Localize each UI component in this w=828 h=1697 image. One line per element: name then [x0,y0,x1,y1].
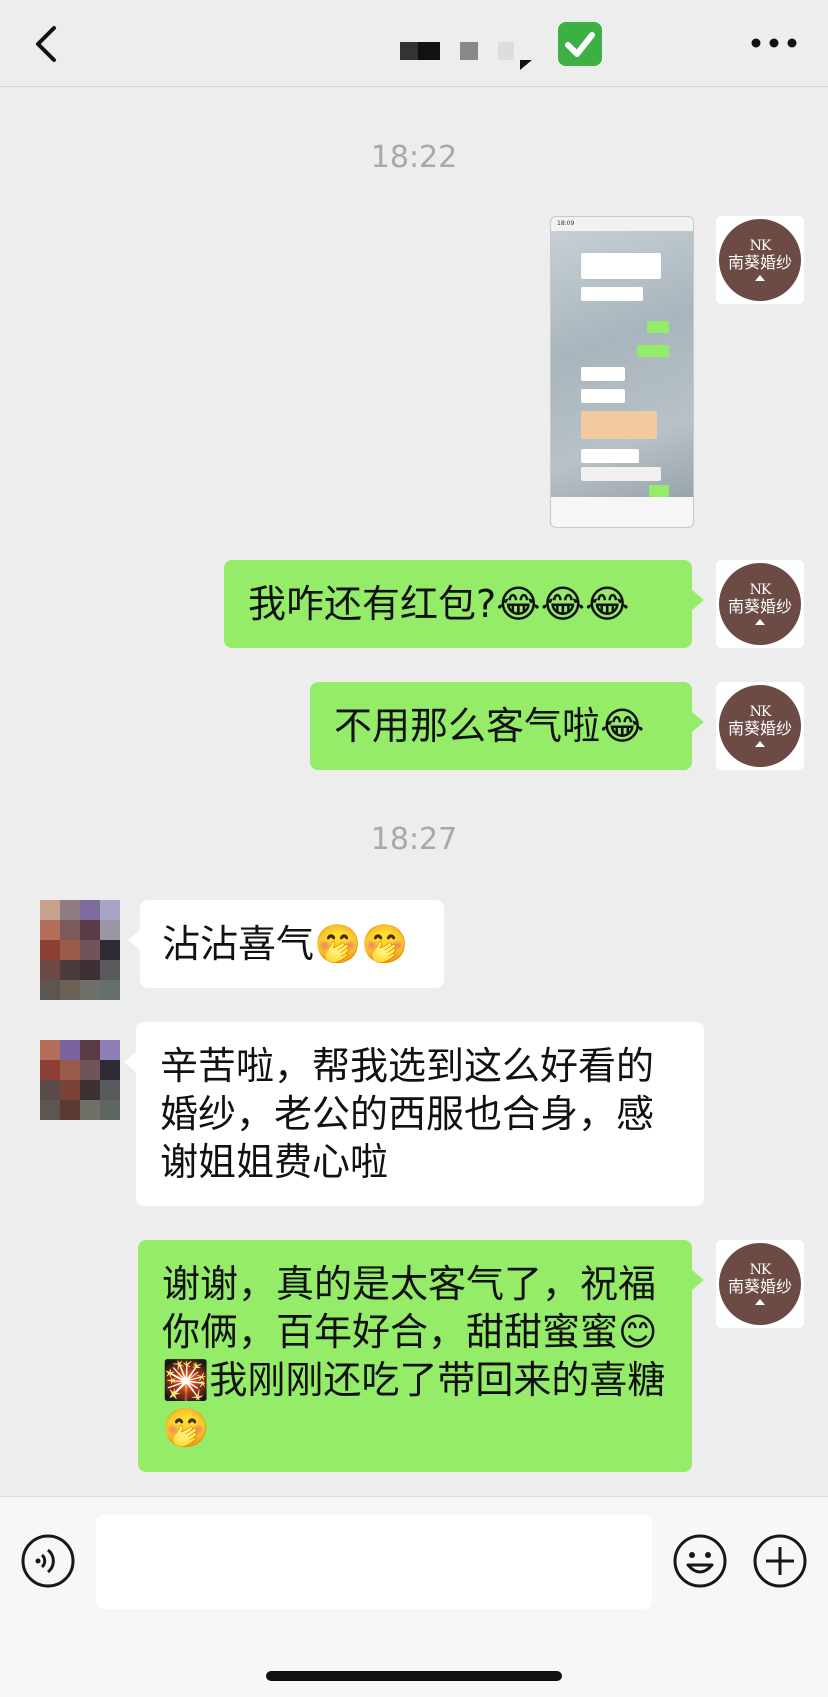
avatar-self[interactable]: NK 南葵婚纱 [716,682,804,770]
timestamp: 18:22 [370,140,458,175]
message-bubble-incoming[interactable]: 辛苦啦，帮我选到这么好看的婚纱，老公的西服也合身，感谢姐姐费心啦 [124,1022,704,1206]
avatar-self[interactable]: NK 南葵婚纱 [716,216,804,304]
brand-logo: NK 南葵婚纱 [719,563,801,645]
avatar-self[interactable]: NK 南葵婚纱 [716,560,804,648]
avatar-contact[interactable] [40,900,120,1000]
emoji-icon[interactable] [672,1533,728,1589]
brand-logo: NK 南葵婚纱 [719,1243,801,1325]
message-bubble-outgoing[interactable]: 不用那么客气啦😂 [310,682,704,770]
chat-input-bar [0,1496,828,1697]
thumb-status-bar: 18:09 [551,217,693,231]
ellipsis-icon[interactable] [748,28,800,58]
plus-icon[interactable] [752,1533,808,1589]
avatar-contact[interactable] [40,1040,120,1120]
chat-header [0,0,828,87]
timestamp: 18:27 [370,822,458,857]
brand-logo: NK 南葵婚纱 [719,219,801,301]
avatar-self[interactable]: NK 南葵婚纱 [716,1240,804,1328]
chevron-left-icon[interactable] [28,22,68,66]
message-bubble-outgoing[interactable]: 谢谢，真的是太客气了，祝福你俩，百年好合，甜甜蜜蜜😊🎇我刚刚还吃了带回来的喜糖🤭 [138,1240,704,1472]
voice-icon[interactable] [20,1533,76,1589]
image-message-screenshot[interactable]: 18:09 [550,216,694,528]
message-bubble-outgoing[interactable]: 我咋还有红包?😂😂😂 [224,560,704,648]
message-input[interactable] [96,1515,652,1609]
message-bubble-incoming[interactable]: 沾沾喜气🤭🤭 [128,900,444,988]
contact-name-redacted [400,42,532,70]
home-indicator [266,1671,562,1681]
check-mark-button-icon [558,22,602,66]
brand-logo: NK 南葵婚纱 [719,685,801,767]
